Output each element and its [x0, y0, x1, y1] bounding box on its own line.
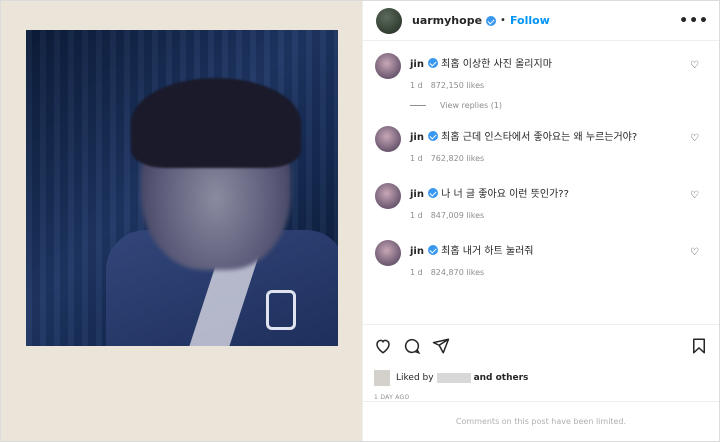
- header-separator: •: [500, 15, 506, 26]
- comment-icon[interactable]: [403, 337, 421, 355]
- comment-likes[interactable]: 762,820 likes: [431, 154, 485, 163]
- comment-likes[interactable]: 824,870 likes: [431, 268, 485, 277]
- commenter-name[interactable]: jin: [410, 246, 424, 257]
- comment-item: jin 나 너 글 좋아요 이런 뜻인가?? 1 d 847,009 likes …: [375, 183, 707, 220]
- comment-text: 최홉 근데 인스타에서 좋아요는 왜 누르는거야?: [441, 132, 638, 143]
- comments-limited-text: Comments on this post have been limited.: [455, 417, 627, 426]
- commenter-name[interactable]: jin: [410, 189, 424, 200]
- comment-like-heart-icon[interactable]: ♡: [690, 190, 699, 201]
- verified-badge-icon: [427, 131, 438, 141]
- commenter-name[interactable]: jin: [410, 59, 424, 70]
- comment-age[interactable]: 1 d: [410, 211, 423, 220]
- bookmark-icon[interactable]: [690, 337, 708, 355]
- comment-likes[interactable]: 872,150 likes: [431, 81, 485, 90]
- commenter-avatar[interactable]: [375, 126, 401, 152]
- photo-emblem: [266, 290, 296, 330]
- comment-age[interactable]: 1 d: [410, 81, 423, 90]
- commenter-avatar[interactable]: [375, 183, 401, 209]
- author-avatar[interactable]: [376, 7, 402, 34]
- comment-text: 최홉 이상한 사진 올리지마: [441, 59, 552, 70]
- post-media[interactable]: [1, 1, 363, 441]
- comments-list[interactable]: jin 최홉 이상한 사진 올리지마 1 d 872,150 likes ♡ Vi…: [363, 41, 719, 324]
- comment-like-heart-icon[interactable]: ♡: [690, 133, 699, 144]
- comments-limited-notice: Comments on this post have been limited.: [363, 401, 719, 441]
- comment-item: jin 최홉 이상한 사진 올리지마 1 d 872,150 likes ♡: [375, 53, 707, 90]
- post-header: uarmyhope • Follow •••: [363, 1, 719, 41]
- verified-badge-icon: [486, 15, 497, 26]
- comment-likes[interactable]: 847,009 likes: [431, 211, 485, 220]
- liker-username-redacted[interactable]: [436, 373, 471, 383]
- comment-like-heart-icon[interactable]: ♡: [690, 247, 699, 258]
- instagram-post: uarmyhope • Follow ••• jin 최홉 이상한 사진 올리지…: [0, 0, 720, 442]
- comment-item: jin 최홉 내거 하트 눌러줘 1 d 824,870 likes ♡: [375, 240, 707, 277]
- share-icon[interactable]: [432, 337, 450, 355]
- verified-badge-icon: [427, 188, 438, 198]
- liked-by-prefix: Liked by: [396, 373, 434, 383]
- post-sidebar: uarmyhope • Follow ••• jin 최홉 이상한 사진 올리지…: [363, 1, 719, 441]
- verified-badge-icon: [427, 245, 438, 255]
- comment-like-heart-icon[interactable]: ♡: [690, 60, 699, 71]
- replies-divider: [410, 105, 426, 106]
- post-date[interactable]: 1 DAY AGO: [363, 390, 719, 401]
- heart-icon[interactable]: [374, 337, 392, 355]
- view-replies-button[interactable]: View replies (1): [410, 101, 707, 110]
- comment-age[interactable]: 1 d: [410, 154, 423, 163]
- post-actions-bar: [363, 324, 719, 366]
- view-replies-label: View replies (1): [440, 101, 503, 110]
- author-username[interactable]: uarmyhope: [412, 14, 482, 27]
- more-options-icon[interactable]: •••: [679, 13, 709, 29]
- comment-text: 나 너 글 좋아요 이런 뜻인가??: [441, 189, 569, 200]
- comment-item: jin 최홉 근데 인스타에서 좋아요는 왜 누르는거야? 1 d 762,820…: [375, 126, 707, 163]
- follow-button[interactable]: Follow: [510, 14, 550, 27]
- liked-by-row: Liked by and others: [363, 366, 719, 390]
- liked-by-others[interactable]: and others: [474, 373, 529, 383]
- comment-age[interactable]: 1 d: [410, 268, 423, 277]
- commenter-avatar[interactable]: [375, 240, 401, 266]
- polaroid-photo: [26, 30, 338, 346]
- liker-avatar[interactable]: [374, 370, 390, 386]
- verified-badge-icon: [427, 58, 438, 68]
- comment-text: 최홉 내거 하트 눌러줘: [441, 246, 534, 257]
- photo-hair: [131, 78, 301, 168]
- commenter-name[interactable]: jin: [410, 132, 424, 143]
- commenter-avatar[interactable]: [375, 53, 401, 79]
